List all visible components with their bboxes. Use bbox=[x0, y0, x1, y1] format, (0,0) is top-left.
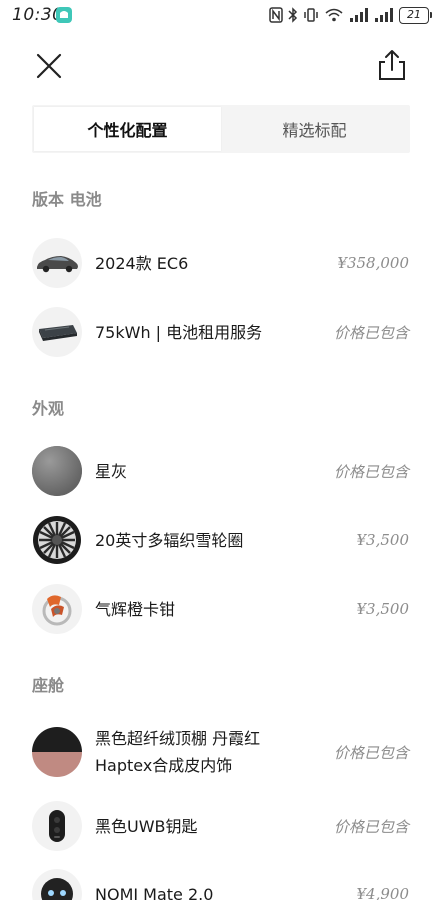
option-price: ¥4,900 bbox=[356, 885, 410, 900]
caliper-thumbnail bbox=[32, 584, 82, 634]
option-price: 价格已包含 bbox=[333, 462, 409, 481]
vibrate-icon bbox=[303, 7, 319, 23]
option-row-model[interactable]: 2024款 EC6 ¥358,000 bbox=[32, 237, 409, 289]
key-thumbnail bbox=[32, 801, 82, 851]
option-label: 2024款 EC6 bbox=[95, 253, 189, 273]
config-tabs: 个性化配置 精选标配 bbox=[32, 105, 410, 153]
option-price: ¥3,500 bbox=[356, 600, 410, 618]
option-row-color[interactable]: 星灰 价格已包含 bbox=[32, 445, 409, 497]
option-label-line2: Haptex合成皮内饰 bbox=[95, 756, 233, 775]
option-label-line1: 黑色超纤绒顶棚 丹霞红 bbox=[95, 729, 261, 748]
share-icon bbox=[379, 50, 405, 80]
section-title-version: 版本 电池 bbox=[32, 190, 102, 209]
option-label: 20英寸多辐织雪轮圈 bbox=[95, 530, 244, 550]
section-title-exterior: 外观 bbox=[32, 399, 65, 418]
wheel-thumbnail bbox=[32, 515, 82, 565]
option-row-interior[interactable]: 黑色超纤绒顶棚 丹霞红 Haptex合成皮内饰 价格已包含 bbox=[32, 726, 409, 778]
nomi-thumbnail bbox=[32, 869, 82, 900]
option-price: 价格已包含 bbox=[333, 743, 409, 762]
tab-personalized-config[interactable]: 个性化配置 bbox=[34, 107, 221, 151]
option-price: 价格已包含 bbox=[333, 817, 409, 836]
option-price: 价格已包含 bbox=[333, 323, 409, 342]
option-label: 75kWh | 电池租用服务 bbox=[95, 322, 263, 342]
battery-indicator: 21 bbox=[399, 6, 432, 24]
nfc-icon bbox=[269, 7, 283, 23]
share-button[interactable] bbox=[375, 48, 409, 82]
signal-icon-1 bbox=[349, 8, 369, 22]
status-bar: 10:30 21 bbox=[0, 0, 441, 32]
close-icon bbox=[36, 53, 62, 79]
option-label: 星灰 bbox=[95, 461, 128, 481]
option-row-nomi[interactable]: NOMI Mate 2.0 ¥4,900 bbox=[32, 868, 409, 900]
option-label: 气辉橙卡钳 bbox=[95, 599, 176, 619]
option-label: 黑色UWB钥匙 bbox=[95, 816, 198, 836]
option-row-key[interactable]: 黑色UWB钥匙 价格已包含 bbox=[32, 800, 409, 852]
battery-pack-thumbnail bbox=[32, 307, 82, 357]
status-icons: 21 bbox=[269, 5, 432, 25]
option-price: ¥3,500 bbox=[356, 531, 410, 549]
app-notification-icon bbox=[55, 6, 73, 24]
option-label: 黑色超纤绒顶棚 丹霞红 Haptex合成皮内饰 bbox=[95, 725, 326, 779]
signal-icon-2 bbox=[374, 8, 394, 22]
option-label: NOMI Mate 2.0 bbox=[95, 884, 214, 900]
section-title-cabin: 座舱 bbox=[32, 676, 65, 695]
color-swatch bbox=[32, 446, 82, 496]
interior-swatch bbox=[32, 727, 82, 777]
option-row-battery[interactable]: 75kWh | 电池租用服务 价格已包含 bbox=[32, 306, 409, 358]
option-price: ¥358,000 bbox=[337, 254, 409, 272]
option-row-caliper[interactable]: 气辉橙卡钳 ¥3,500 bbox=[32, 583, 409, 635]
tab-standard-config[interactable]: 精选标配 bbox=[221, 107, 408, 151]
option-row-wheels[interactable]: 20英寸多辐织雪轮圈 ¥3,500 bbox=[32, 514, 409, 566]
close-button[interactable] bbox=[34, 51, 64, 81]
bluetooth-icon bbox=[288, 7, 298, 23]
car-thumbnail bbox=[32, 238, 82, 288]
wifi-icon bbox=[324, 7, 344, 23]
